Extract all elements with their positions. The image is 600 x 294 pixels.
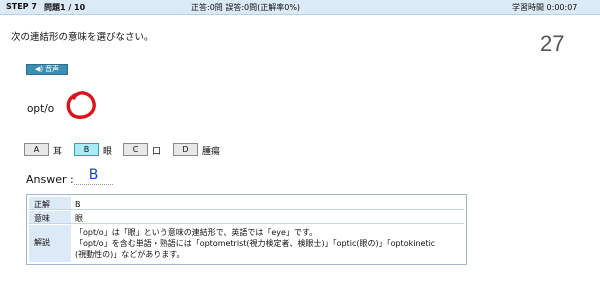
- answer-field: B: [74, 167, 113, 185]
- question-word: opt/o: [27, 103, 55, 115]
- choice-c-button[interactable]: C: [123, 143, 148, 156]
- audio-button[interactable]: ◀) 音声: [26, 64, 68, 75]
- correct-answer-label: 正解: [29, 197, 71, 209]
- meaning-value: 眼: [75, 214, 83, 223]
- choice-c-text: 口: [152, 147, 162, 157]
- study-time: 学習時間 0:00:07: [512, 3, 578, 12]
- explanation-line: 「opt/o」を含む単語・熟語には「optometrist(視力検定者、検眼士)…: [75, 239, 436, 248]
- meaning-label: 意味: [29, 211, 71, 223]
- choice-a-text: 耳: [53, 147, 63, 157]
- score-summary: 正答:0問 誤答:0問(正解率0%): [191, 3, 301, 12]
- correct-answer-value: B: [75, 200, 81, 209]
- question-number: 問題1 / 10: [44, 3, 86, 12]
- explanation-row: 解説 「opt/o」は「眼」という意味の連結形で、英語では「eye」です。 「o…: [29, 225, 464, 262]
- status-bar: STEP 7 問題1 / 10 正答:0問 誤答:0問(正解率0%) 学習時間 …: [0, 0, 600, 15]
- explanation-text: 「opt/o」は「眼」という意味の連結形で、英語では「eye」です。 「opt/…: [75, 227, 435, 260]
- result-panel: 正解 B 意味 眼 解説 「opt/o」は「眼」という意味の連結形で、英語では「…: [26, 194, 467, 265]
- correct-answer-row: 正解 B: [29, 197, 464, 210]
- explanation-label: 解説: [29, 225, 71, 262]
- meaning-row: 意味 眼: [29, 211, 464, 224]
- explanation-line: (視動性の)」などがあります。: [75, 250, 185, 259]
- question-instruction: 次の連結形の意味を選びなさい。: [11, 32, 154, 43]
- choice-d-text: 腫瘍: [202, 147, 221, 157]
- choice-a-button[interactable]: A: [24, 143, 49, 156]
- choice-b-text: 眼: [103, 147, 113, 157]
- speaker-icon: ◀): [34, 65, 44, 73]
- choice-b-button[interactable]: B: [74, 143, 99, 156]
- correct-circle-icon: [66, 91, 96, 119]
- answer-label: Answer :: [26, 173, 74, 186]
- question-counter: 27: [540, 31, 565, 56]
- step-label: STEP 7: [6, 2, 37, 11]
- choice-d-button[interactable]: D: [173, 143, 198, 156]
- explanation-line: 「opt/o」は「眼」という意味の連結形で、英語では「eye」です。: [75, 228, 318, 237]
- audio-button-label: 音声: [45, 65, 60, 73]
